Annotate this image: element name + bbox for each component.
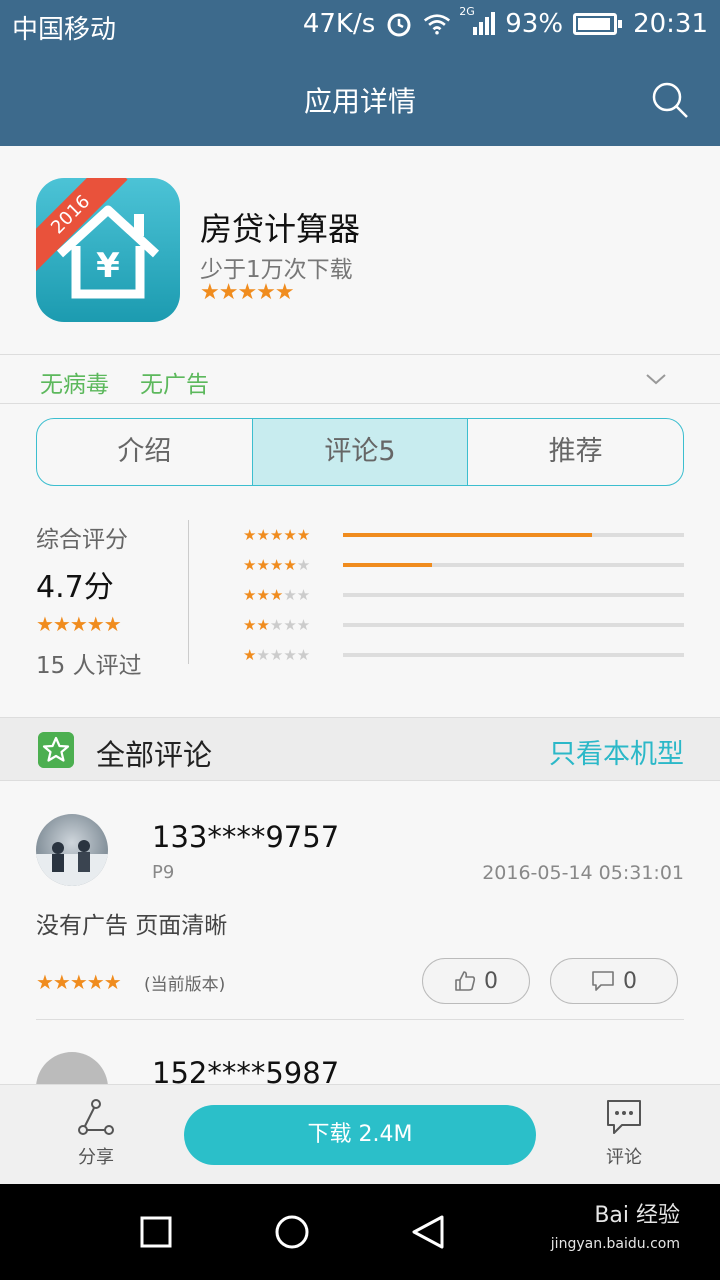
share-label: 分享 xyxy=(78,1147,114,1168)
title-bar: 应用详情 xyxy=(0,50,720,146)
rating-divider xyxy=(188,520,189,664)
rating-bar-track xyxy=(343,533,684,537)
app-name: 房贷计算器 xyxy=(200,210,361,248)
avatar xyxy=(36,814,108,886)
battery-icon xyxy=(573,13,623,35)
comments-title: 全部评论 xyxy=(96,738,213,772)
recent-apps-icon[interactable] xyxy=(138,1214,174,1250)
wifi-icon xyxy=(424,14,451,35)
rating-distribution: ★★★★★ ★★★★★ ★★★★★ ★★★★★ ★★★★★ xyxy=(243,520,684,670)
status-icons: 47K/s 2G 93% 20:31 xyxy=(302,5,708,39)
rating-bar-row: ★★★★★ xyxy=(243,640,684,670)
comment-item: 152****5987 xyxy=(0,1022,720,1084)
comments-header: 全部评论 只看本机型 xyxy=(0,717,720,781)
rating-bar-track xyxy=(343,563,684,567)
filter-this-model-link[interactable]: 只看本机型 xyxy=(549,732,684,771)
share-button[interactable]: 分享 xyxy=(56,1097,136,1169)
app-info: 2016 ¥ 房贷计算器 少于1万次下载 ★★★★★ xyxy=(0,146,720,354)
rating-bar-row: ★★★★★ xyxy=(243,610,684,640)
rating-bar-stars: ★★★★★ xyxy=(243,646,311,664)
share-icon xyxy=(78,1099,114,1135)
rating-count: 15 人评过 xyxy=(36,653,142,679)
page-title: 应用详情 xyxy=(303,85,416,118)
alarm-icon xyxy=(387,13,411,37)
download-button[interactable]: 下载 2.4M xyxy=(184,1105,536,1165)
rating-stars: ★★★★★ xyxy=(36,612,122,636)
rating-bar-stars: ★★★★★ xyxy=(243,556,311,574)
avatar xyxy=(36,1052,108,1084)
tab-bar: 介绍 评论5 推荐 xyxy=(36,418,684,486)
watermark-url: jingyan.baidu.com xyxy=(550,1236,680,1252)
tab-recommend[interactable]: 推荐 xyxy=(468,419,683,485)
reply-button[interactable]: 0 xyxy=(550,958,678,1004)
tab-intro[interactable]: 介绍 xyxy=(37,419,253,485)
watermark-brand: Bai 经验 xyxy=(594,1203,680,1228)
thumbs-up-icon xyxy=(455,971,476,991)
rating-bar-fill xyxy=(343,563,432,567)
rating-bar-stars: ★★★★★ xyxy=(243,526,311,544)
action-bar: 分享 下载 2.4M 评论 xyxy=(0,1084,720,1184)
tab-reviews[interactable]: 评论5 xyxy=(252,419,469,485)
rating-bar-stars: ★★★★★ xyxy=(243,616,311,634)
comment-label: 评论 xyxy=(606,1147,642,1168)
comment-text: 没有广告 页面清晰 xyxy=(36,913,228,939)
comment-username: 152****5987 xyxy=(152,1056,340,1084)
rating-bar-track xyxy=(343,623,684,627)
home-icon[interactable] xyxy=(274,1214,310,1250)
tag-no-virus: 无病毒 xyxy=(40,372,109,398)
reply-count: 0 xyxy=(623,968,637,994)
like-count: 0 xyxy=(484,968,498,994)
app-icon: 2016 ¥ xyxy=(36,178,180,322)
rating-bar-stars: ★★★★★ xyxy=(243,586,311,604)
carrier-name: 中国移动 xyxy=(12,15,117,45)
rating-bar-row: ★★★★★ xyxy=(243,520,684,550)
search-icon[interactable] xyxy=(650,80,690,120)
comment-item: 133****9757 P9 2016-05-14 05:31:01 没有广告 … xyxy=(0,782,720,1022)
yen-glyph: ¥ xyxy=(96,246,120,286)
battery-percent: 93% xyxy=(505,9,564,39)
rating-label: 综合评分 xyxy=(36,527,128,553)
battery-fill xyxy=(578,18,610,30)
system-nav-bar: Bai 经验 jingyan.baidu.com xyxy=(0,1184,720,1280)
comment-username: 133****9757 xyxy=(152,820,340,854)
status-bar: 中国移动 47K/s 2G 93% 20:31 xyxy=(0,0,720,50)
watermark: Bai 经验 jingyan.baidu.com xyxy=(551,1202,680,1258)
comment-icon xyxy=(607,1100,641,1134)
network-speed: 47K/s xyxy=(302,9,376,39)
comment-device: P9 xyxy=(152,862,175,883)
clock: 20:31 xyxy=(633,9,708,39)
chevron-down-icon[interactable] xyxy=(646,369,666,389)
rating-score: 4.7分 xyxy=(36,570,114,605)
signal-icon: 2G xyxy=(459,5,496,37)
rating-bar-track xyxy=(343,593,684,597)
comment-button[interactable]: 评论 xyxy=(584,1097,664,1169)
comment-version: (当前版本) xyxy=(144,975,226,995)
comment-bubble-icon xyxy=(592,971,614,991)
like-button[interactable]: 0 xyxy=(422,958,530,1004)
app-stars: ★★★★★ xyxy=(200,280,295,305)
tag-no-ads: 无广告 xyxy=(140,372,209,398)
rating-bar-fill xyxy=(343,533,592,537)
back-icon[interactable] xyxy=(410,1214,446,1250)
rating-summary: 综合评分 4.7分 ★★★★★ 15 人评过 xyxy=(36,520,142,680)
divider xyxy=(36,1019,684,1020)
comment-stars: ★★★★★ xyxy=(36,970,122,994)
rating-bar-row: ★★★★★ xyxy=(243,580,684,610)
download-count: 少于1万次下载 xyxy=(200,257,353,283)
comment-time: 2016-05-14 05:31:01 xyxy=(482,862,684,884)
rating-bar-track xyxy=(343,653,684,657)
rating-bar-row: ★★★★★ xyxy=(243,550,684,580)
tags-bar[interactable]: 无病毒 无广告 xyxy=(0,354,720,404)
star-icon xyxy=(38,732,74,768)
